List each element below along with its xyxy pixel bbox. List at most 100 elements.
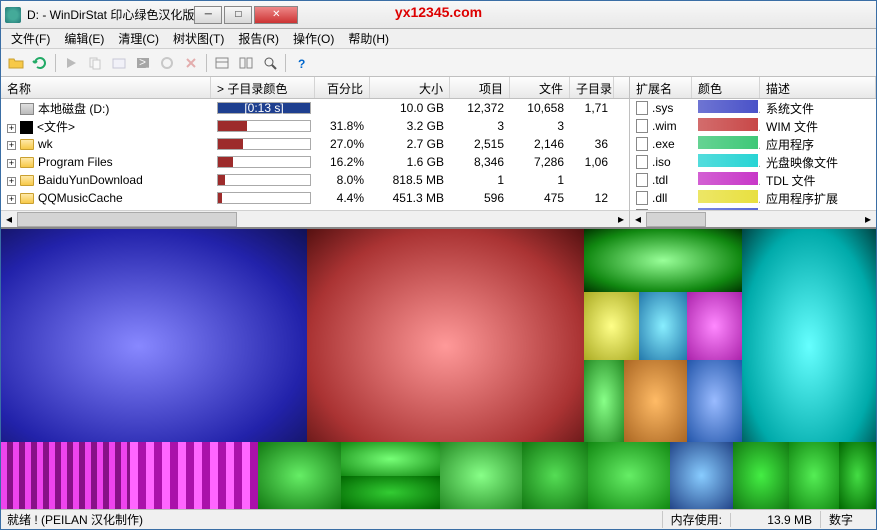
cell-size: 3.2 GB: [370, 119, 450, 133]
row-name: Program Files: [38, 155, 113, 169]
cell-items: 3: [450, 119, 510, 133]
file-icon: [636, 137, 648, 151]
treemap[interactable]: [1, 227, 876, 509]
open-button[interactable]: [5, 52, 27, 74]
col-items[interactable]: 项目: [450, 77, 510, 98]
col-desc[interactable]: 描述: [760, 77, 876, 98]
minimize-button[interactable]: ─: [194, 6, 222, 24]
percent-bar: [217, 138, 311, 150]
list-item[interactable]: .dll应用程序扩展: [630, 189, 876, 207]
cell-percent: 16.2%: [315, 155, 370, 169]
ext-name: .wim: [652, 119, 677, 133]
expand-icon[interactable]: +: [7, 177, 16, 186]
cell-items: 2,515: [450, 137, 510, 151]
watermark-text: yx12345.com: [395, 4, 482, 20]
table-row[interactable]: +Program Files16.2%1.6 GB8,3467,2861,06: [1, 153, 629, 171]
color-swatch: [698, 190, 758, 203]
col-subcolor[interactable]: > 子目录颜色: [211, 77, 315, 98]
table-row[interactable]: +wk27.0%2.7 GB2,5152,14636: [1, 135, 629, 153]
list-item[interactable]: .exe应用程序: [630, 135, 876, 153]
menu-edit[interactable]: 编辑(E): [58, 28, 110, 49]
expand-icon[interactable]: +: [7, 124, 16, 133]
table-row[interactable]: +BaiduYunDownload8.0%818.5 MB11: [1, 171, 629, 189]
menu-treemap[interactable]: 树状图(T): [167, 28, 230, 49]
expand-icon[interactable]: +: [7, 195, 16, 204]
ext-hscroll[interactable]: ◂▸: [630, 210, 876, 227]
cell-size: 10.0 GB: [370, 101, 450, 115]
treeview-button[interactable]: [211, 52, 233, 74]
menu-help[interactable]: 帮助(H): [342, 28, 395, 49]
col-subdirs[interactable]: 子目录: [570, 77, 614, 98]
table-row[interactable]: +QQMusicCache4.4%451.3 MB59647512: [1, 189, 629, 207]
table-row[interactable]: 本地磁盘 (D:)[0:13 s]10.0 GB12,37210,6581,71: [1, 99, 629, 117]
cell-items: 596: [450, 191, 510, 205]
menu-report[interactable]: 报告(R): [232, 28, 285, 49]
cell-items: 60: [450, 209, 510, 210]
drive-icon: [20, 103, 34, 115]
status-mem: 13.9 MB: [730, 513, 820, 527]
percent-bar: [217, 174, 311, 186]
expand-icon[interactable]: +: [7, 159, 16, 168]
ext-name: .dll: [652, 191, 667, 205]
cell-files: 3: [510, 119, 570, 133]
file-icon: [636, 191, 648, 205]
col-percent[interactable]: 百分比: [315, 77, 370, 98]
tree-list[interactable]: 本地磁盘 (D:)[0:13 s]10.0 GB12,37210,6581,71…: [1, 99, 629, 210]
window-title: D: - WinDirStat 印心绿色汉化版: [27, 6, 194, 23]
cell-size: 818.5 MB: [370, 173, 450, 187]
extview-button[interactable]: [235, 52, 257, 74]
cell-percent: 2.5%: [315, 209, 370, 210]
menu-action[interactable]: 操作(O): [287, 28, 340, 49]
copy-button[interactable]: [84, 52, 106, 74]
status-ready: 就绪 ! (PEILAN 汉化制作): [7, 511, 662, 528]
help-button[interactable]: ?: [290, 52, 312, 74]
cell-files: 10,658: [510, 101, 570, 115]
cell-percent: 4.4%: [315, 191, 370, 205]
ext-desc: 光盘映像文件: [760, 154, 876, 171]
folder-icon: [20, 175, 34, 186]
col-size[interactable]: 大小: [370, 77, 450, 98]
folder-icon: [20, 193, 34, 204]
delete-button[interactable]: [180, 52, 202, 74]
expand-icon[interactable]: +: [7, 141, 16, 150]
play-button[interactable]: [60, 52, 82, 74]
ext-name: .iso: [652, 155, 671, 169]
svg-text:?: ?: [298, 57, 305, 71]
ext-desc: 系统文件: [760, 100, 876, 117]
app-icon: [5, 7, 21, 23]
cell-size: 2.7 GB: [370, 137, 450, 151]
table-row[interactable]: +微云网盘2.5%260.7 MB6055: [1, 207, 629, 210]
list-item[interactable]: .tdlTDL 文件: [630, 171, 876, 189]
list-item[interactable]: .sys系统文件: [630, 99, 876, 117]
menu-cleanup[interactable]: 清理(C): [112, 28, 165, 49]
list-item[interactable]: .wimWIM 文件: [630, 117, 876, 135]
cell-files: 7,286: [510, 155, 570, 169]
ext-desc: 应用程序: [760, 136, 876, 153]
col-name[interactable]: 名称: [1, 77, 211, 98]
col-files[interactable]: 文件: [510, 77, 570, 98]
col-color[interactable]: 颜色: [692, 77, 760, 98]
color-swatch: [698, 118, 758, 131]
menu-file[interactable]: 文件(F): [5, 28, 56, 49]
ext-list[interactable]: .sys系统文件.wimWIM 文件.exe应用程序 .iso 光盘映像文件.tdl…: [630, 99, 876, 210]
refresh-button[interactable]: [29, 52, 51, 74]
cell-size: 260.7 MB: [370, 209, 450, 210]
list-item[interactable]: .dbData Base File: [630, 207, 876, 210]
list-item[interactable]: .iso 光盘映像文件: [630, 153, 876, 171]
color-swatch: [698, 208, 758, 210]
zoom-button[interactable]: [259, 52, 281, 74]
table-row[interactable]: +<文件>31.8%3.2 GB33: [1, 117, 629, 135]
color-swatch: [698, 154, 758, 167]
ext-desc: Data Base File: [760, 209, 876, 210]
explorer-button[interactable]: [108, 52, 130, 74]
refresh2-button[interactable]: [156, 52, 178, 74]
maximize-button[interactable]: □: [224, 6, 252, 24]
tree-hscroll[interactable]: ◂▸: [1, 210, 629, 227]
color-swatch: [698, 136, 758, 149]
cell-items: 1: [450, 173, 510, 187]
cmd-button[interactable]: >_: [132, 52, 154, 74]
close-button[interactable]: ✕: [254, 6, 298, 24]
col-ext[interactable]: 扩展名: [630, 77, 692, 98]
cell-subdirs: 36: [570, 137, 614, 151]
status-mode: 数字: [820, 511, 870, 528]
